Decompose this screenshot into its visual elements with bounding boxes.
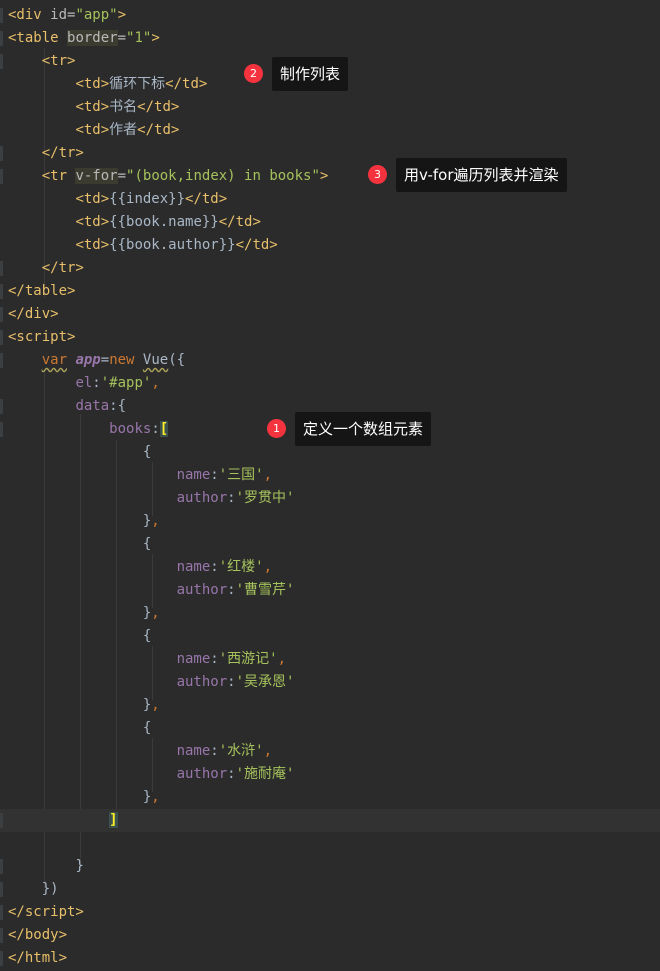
code-line[interactable]: </html> — [0, 947, 660, 970]
fold-marker[interactable] — [0, 859, 3, 874]
book-author: '曹雪芹' — [235, 582, 295, 598]
code-line[interactable]: <td>{{book.name}}</td> — [0, 211, 660, 234]
fold-marker[interactable] — [0, 422, 3, 437]
td-text: 作者 — [109, 122, 138, 138]
fold-marker[interactable] — [0, 8, 3, 23]
book-name: '红楼' — [218, 559, 264, 575]
fold-marker[interactable] — [0, 399, 3, 414]
fold-marker[interactable] — [0, 813, 3, 828]
book-author: '罗贯中' — [235, 490, 295, 506]
books-key: books — [109, 421, 152, 437]
fold-marker[interactable] — [0, 882, 3, 897]
code-line[interactable]: <td>作者</td> — [0, 119, 660, 142]
code-line-current[interactable]: ] — [0, 809, 660, 832]
code-line[interactable]: { — [0, 533, 660, 556]
code-line[interactable]: <div id="app"> — [0, 4, 660, 27]
fold-marker[interactable] — [0, 928, 3, 943]
code-line[interactable]: }, — [0, 510, 660, 533]
fold-marker[interactable] — [0, 31, 3, 46]
fold-marker[interactable] — [0, 261, 3, 276]
code-line[interactable]: </div> — [0, 303, 660, 326]
code-line[interactable]: author:'吴承恩' — [0, 671, 660, 694]
annotation-badge-2: 2 — [244, 64, 263, 83]
fold-marker[interactable] — [0, 146, 3, 161]
code-line[interactable]: { — [0, 625, 660, 648]
fold-marker[interactable] — [0, 284, 3, 299]
td-text: {{book.author}} — [109, 237, 236, 253]
code-line[interactable]: var app=new Vue({ — [0, 349, 660, 372]
code-line[interactable]: name:'水浒', — [0, 740, 660, 763]
el-value: '#app' — [100, 375, 152, 391]
annotation-label-2: 制作列表 — [272, 57, 349, 91]
code-line[interactable]: author:'罗贯中' — [0, 487, 660, 510]
code-line[interactable]: name:'西游记', — [0, 648, 660, 671]
code-line[interactable]: <td>{{book.author}}</td> — [0, 234, 660, 257]
code-line[interactable]: name:'红楼', — [0, 556, 660, 579]
fold-marker[interactable] — [0, 54, 3, 69]
code-line[interactable]: }, — [0, 602, 660, 625]
fold-marker[interactable] — [0, 353, 3, 368]
code-line[interactable]: <table border="1"> — [0, 27, 660, 50]
code-line[interactable]: name:'三国', — [0, 464, 660, 487]
code-line[interactable]: author:'施耐庵' — [0, 763, 660, 786]
code-line[interactable]: }, — [0, 694, 660, 717]
annotation-label-3: 用v-for遍历列表并渲染 — [396, 158, 567, 192]
book-name: '三国' — [218, 467, 264, 483]
code-line[interactable]: } — [0, 855, 660, 878]
code-line[interactable]: <script> — [0, 326, 660, 349]
td-text: 循环下标 — [109, 76, 166, 92]
td-text: 书名 — [109, 99, 138, 115]
code-line[interactable]: </table> — [0, 280, 660, 303]
td-text: {{book.name}} — [109, 214, 219, 230]
code-line[interactable]: </body> — [0, 924, 660, 947]
code-line[interactable]: </tr> — [0, 257, 660, 280]
td-text: {{index}} — [109, 191, 186, 207]
fold-marker[interactable] — [0, 330, 3, 345]
code-line[interactable] — [0, 832, 660, 855]
annotation-label-1: 定义一个数组元素 — [295, 412, 432, 446]
fold-marker[interactable] — [0, 951, 3, 966]
code-line[interactable]: }) — [0, 878, 660, 901]
fold-marker[interactable] — [0, 905, 3, 920]
fold-marker[interactable] — [0, 307, 3, 322]
code-line[interactable]: author:'曹雪芹' — [0, 579, 660, 602]
code-line[interactable]: </script> — [0, 901, 660, 924]
code-line[interactable]: el:'#app', — [0, 372, 660, 395]
code-line[interactable]: { — [0, 717, 660, 740]
fold-marker[interactable] — [0, 169, 3, 184]
book-name: '西游记' — [218, 651, 278, 667]
v-for-expression: (book,index) in books — [134, 168, 312, 184]
book-name: '水浒' — [218, 743, 264, 759]
annotation-badge-3: 3 — [368, 165, 387, 184]
code-line[interactable]: }, — [0, 786, 660, 809]
annotation-badge-1: 1 — [267, 419, 286, 438]
book-author: '吴承恩' — [235, 674, 295, 690]
book-author: '施耐庵' — [235, 766, 295, 782]
code-line[interactable]: <td>书名</td> — [0, 96, 660, 119]
